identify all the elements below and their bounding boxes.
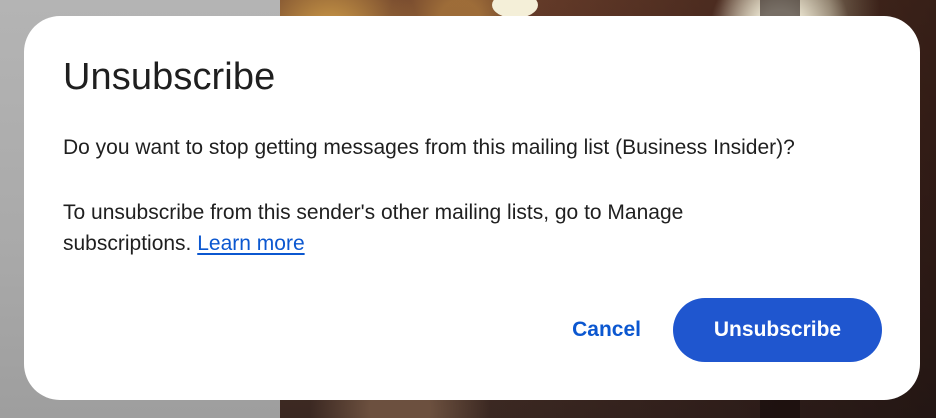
unsubscribe-button[interactable]: Unsubscribe (673, 298, 882, 362)
dialog-detail-text: To unsubscribe from this sender's other … (63, 201, 684, 255)
dialog-message: Do you want to stop getting messages fro… (63, 136, 795, 159)
dialog-title: Unsubscribe (63, 56, 276, 98)
learn-more-link[interactable]: Learn more (197, 232, 304, 255)
cancel-button[interactable]: Cancel (550, 298, 663, 362)
unsubscribe-dialog: Unsubscribe Do you want to stop getting … (24, 16, 920, 400)
dialog-detail: To unsubscribe from this sender's other … (63, 197, 783, 259)
dialog-actions: Cancel Unsubscribe (550, 298, 882, 362)
